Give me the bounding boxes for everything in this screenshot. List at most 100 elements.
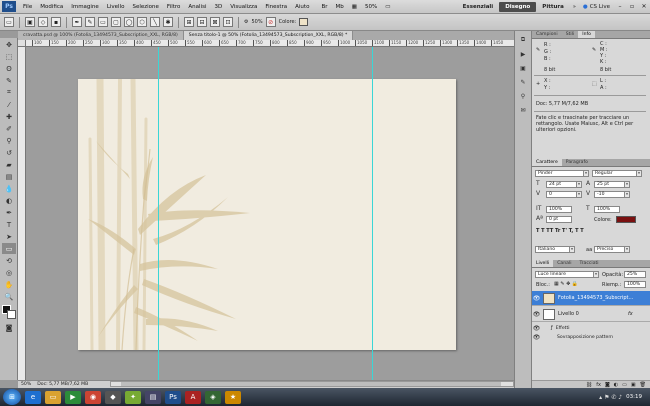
tab-canali[interactable]: Canali (553, 260, 575, 267)
background-color[interactable] (7, 310, 16, 319)
blend-mode-select[interactable]: Luce lineare ▾ (535, 271, 599, 278)
ellipse-icon[interactable]: ◯ (124, 17, 134, 27)
effect-eye-icon[interactable]: 👁 (532, 334, 541, 341)
tab-paragrafo[interactable]: Paragrafo (562, 159, 592, 166)
visibility-eye-icon[interactable]: 👁 (532, 311, 541, 318)
color-swatches[interactable] (2, 305, 16, 319)
app-icon-1[interactable]: ◉ (85, 390, 101, 404)
brush-panel-icon[interactable]: ✎ (517, 77, 529, 87)
pen-tool-icon[interactable]: ✒ (2, 207, 16, 218)
pen-icon[interactable]: ✒ (72, 17, 82, 27)
document-canvas[interactable] (78, 79, 456, 350)
history-panel-icon[interactable]: ⧉ (517, 35, 529, 45)
menu-visualizza[interactable]: Visualizza (226, 4, 261, 10)
leading-field[interactable]: 25 pt ▾ (594, 181, 630, 188)
intersect-shape-icon[interactable]: ⊠ (210, 17, 220, 27)
app-icon-7[interactable]: ★ (225, 390, 241, 404)
rectangle-icon[interactable]: ▭ (98, 17, 108, 27)
polygon-icon[interactable]: ⬡ (137, 17, 147, 27)
horizontal-ruler[interactable]: 100 150 200 250 300 350 400 450 500 550 600 650 700 7… (26, 40, 514, 47)
vertical-ruler[interactable] (18, 47, 26, 380)
workspace-more-button[interactable]: » (570, 4, 579, 10)
bridge-icon[interactable]: Br (317, 4, 331, 10)
blur-tool-icon[interactable]: 💧 (2, 183, 16, 194)
effect-item-row[interactable]: 👁 Sovrapposizione pattern (532, 333, 650, 341)
3d-orbit-tool-icon[interactable]: ◎ (2, 267, 16, 278)
rounded-rectangle-icon[interactable]: ▢ (111, 17, 121, 27)
font-family-select[interactable]: Pinder ▾ (535, 170, 589, 177)
style-swatch-icon[interactable]: ⊘ (265, 17, 276, 27)
grid-icon[interactable]: ▦ (348, 4, 361, 10)
exclude-shape-icon[interactable]: ⊡ (223, 17, 233, 27)
layer-row[interactable]: 👁 Fotolia_13494573_Subscript... (532, 291, 650, 306)
tray-icons[interactable]: ▴ ⚑ ✆ ♪ (599, 394, 622, 401)
fill-pixels-icon[interactable]: ▪ (51, 17, 61, 27)
media-player-icon[interactable]: ▶ (65, 390, 81, 404)
tab-carattere[interactable]: Carattere (532, 159, 562, 166)
doc-tab-cravatta[interactable]: cravatta.psd @ 100% (Fotolia_13494573_Su… (18, 31, 184, 40)
mask-icon[interactable]: ◙ (605, 382, 610, 388)
vertical-scale-field[interactable]: 100% (546, 206, 572, 213)
dodge-tool-icon[interactable]: ◐ (2, 195, 16, 206)
app-icon-6[interactable]: ◈ (205, 390, 221, 404)
line-icon[interactable]: ╲ (150, 17, 160, 27)
text-color-swatch[interactable] (616, 216, 636, 223)
paths-icon[interactable]: ◇ (38, 17, 48, 27)
quick-mask-icon[interactable]: ◙ (2, 322, 16, 333)
mini-bridge-icon[interactable]: Mb (332, 4, 348, 10)
path-selection-tool-icon[interactable]: ➤ (2, 231, 16, 242)
marquee-tool-icon[interactable]: ⬚ (2, 51, 16, 62)
ie-icon[interactable]: e (25, 390, 41, 404)
notes-panel-icon[interactable]: ✉ (517, 105, 529, 115)
layer-fx-badge[interactable]: fx (628, 311, 633, 317)
rectangle-tool-icon[interactable]: ▭ (2, 243, 16, 254)
move-tool-icon[interactable]: ✥ (2, 39, 16, 50)
menu-aiuto[interactable]: Aiuto (291, 4, 313, 10)
menu-file[interactable]: File (19, 4, 36, 10)
type-tool-icon[interactable]: T (2, 219, 16, 230)
eraser-tool-icon[interactable]: ▰ (2, 159, 16, 170)
trash-icon[interactable]: 🗑 (640, 382, 646, 388)
restore-button[interactable]: ▫ (626, 3, 638, 10)
tool-preset-icon[interactable]: ▭ (4, 17, 14, 27)
navigator-panel-icon[interactable]: ▣ (517, 63, 529, 73)
menu-finestra[interactable]: Finestra (261, 4, 291, 10)
crop-tool-icon[interactable]: ⌗ (2, 87, 16, 98)
start-button[interactable]: ⊞ (3, 389, 21, 405)
quick-selection-tool-icon[interactable]: ✎ (2, 75, 16, 86)
lock-icons[interactable]: ▦ ✎ ✥ 🔒 (554, 281, 578, 287)
tab-info[interactable]: Info (578, 31, 595, 38)
tab-campioni[interactable]: Campioni (532, 31, 562, 38)
layer-row[interactable]: 👁 Livello 0 fx (532, 307, 650, 322)
actions-panel-icon[interactable]: ▶ (517, 49, 529, 59)
menu-analisi[interactable]: Analisi (184, 4, 210, 10)
doc-tab-senza-titolo[interactable]: Senza titolo-1 @ 50% (Fotolia_13494573_S… (183, 31, 354, 40)
language-select[interactable]: Italiano ▾ (535, 246, 575, 253)
effects-row[interactable]: 👁 ƒ Effetti (532, 324, 650, 332)
adjustment-icon[interactable]: ◐ (614, 382, 618, 388)
visibility-eye-icon[interactable]: 👁 (532, 295, 541, 302)
fill-field[interactable]: 100% (624, 281, 646, 288)
effects-eye-icon[interactable]: 👁 (532, 325, 541, 332)
horizontal-scrollbar[interactable] (110, 381, 514, 387)
status-doc-size[interactable]: Doc: 5,77 MB/7,62 MB (37, 382, 88, 387)
tracking-field[interactable]: -10 ▾ (594, 191, 630, 198)
app-icon-3[interactable]: ✦ (125, 390, 141, 404)
menu-modifica[interactable]: Modifica (36, 4, 67, 10)
minimize-button[interactable]: – (614, 3, 626, 10)
folder-icon[interactable]: ▭ (622, 382, 627, 388)
zoom-tool-icon[interactable]: 🔍 (2, 291, 16, 302)
opacity-field[interactable]: 25% (624, 271, 646, 278)
fx-icon[interactable]: fx (596, 382, 601, 388)
screen-mode-icon[interactable]: ▭ (381, 4, 394, 10)
baseline-shift-field[interactable]: 0 pt (546, 216, 572, 223)
shape-layers-icon[interactable]: ▣ (25, 17, 35, 27)
menu-filtro[interactable]: Filtro (163, 4, 184, 10)
taskbar-clock[interactable]: 03:19 (626, 394, 642, 400)
scroll-thumb[interactable] (121, 382, 501, 386)
cs-live-button[interactable]: ● CS Live (579, 4, 614, 10)
workspace-pittura[interactable]: Pittura (536, 2, 570, 12)
link-layers-icon[interactable]: ⛓ (586, 382, 592, 388)
status-zoom[interactable]: 50% (21, 382, 31, 387)
antialias-select[interactable]: Preciso ▾ (594, 246, 630, 253)
